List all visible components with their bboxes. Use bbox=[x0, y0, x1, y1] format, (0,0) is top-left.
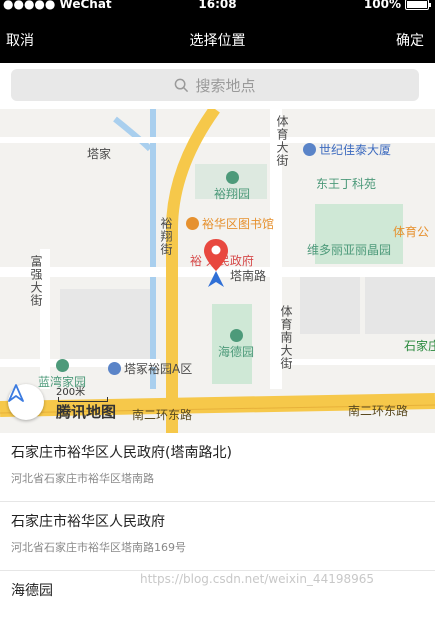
list-item[interactable]: 石家庄市裕华区人民政府(塔南路北) 河北省石家庄市裕华区塔南路 bbox=[0, 433, 435, 502]
map-label-nan-er-huan-right: 南二环东路 bbox=[348, 404, 409, 418]
search-icon bbox=[175, 78, 189, 92]
residence-icon bbox=[108, 362, 121, 375]
locate-button[interactable] bbox=[8, 384, 44, 420]
map-poi-library[interactable]: 裕华区图书馆 bbox=[186, 215, 274, 232]
battery-indicator: 100% bbox=[363, 0, 431, 11]
list-item[interactable]: 石家庄市裕华区人民政府 河北省石家庄市裕华区塔南路169号 bbox=[0, 502, 435, 571]
map-label-fuqiang-street: 富强大街 bbox=[29, 255, 43, 307]
residence-icon bbox=[225, 171, 239, 184]
map-label-nan-er-huan-left: 南二环东路 bbox=[132, 408, 193, 422]
map-brand-logo: 腾讯地图 bbox=[56, 403, 117, 421]
map-label-tiyu-park: 体育公 bbox=[393, 225, 430, 239]
result-title: 石家庄市裕华区人民政府(塔南路北) bbox=[11, 445, 232, 461]
library-icon bbox=[186, 217, 199, 230]
residence-icon bbox=[229, 329, 243, 342]
search-input[interactable]: 搜索地点 bbox=[11, 69, 419, 101]
map-view[interactable]: 塔家 体育大街 世纪佳泰大厦 东王丁科苑 裕翔园 裕华区图书馆 体育公 维多丽亚… bbox=[0, 109, 435, 433]
result-title: 石家庄市裕华区人民政府 bbox=[11, 514, 165, 530]
map-label-tiyudajie-top: 体育大街 bbox=[275, 115, 289, 167]
map-scale-label: 200米 bbox=[56, 387, 86, 398]
map-label-tajia: 塔家 bbox=[87, 147, 112, 161]
map-poi-tajia-a[interactable]: 塔冢裕园A区 bbox=[108, 360, 192, 377]
map-label-weiduoli: 维多丽亚丽晶园 bbox=[307, 243, 392, 257]
map-poi-haideyuan[interactable]: 海德园 bbox=[218, 329, 254, 360]
navigate-arrow-icon bbox=[8, 384, 24, 402]
search-bar: 搜索地点 bbox=[0, 63, 435, 109]
battery-percent: 100% bbox=[363, 0, 401, 11]
map-label-shijiazhuang: 石家庄 bbox=[404, 339, 435, 353]
map-label-tiyudajie-bottom: 体育南大街 bbox=[279, 305, 293, 370]
battery-icon bbox=[405, 0, 431, 10]
map-label-tanan-road: 塔南路 bbox=[230, 269, 267, 283]
result-title: 海德园 bbox=[11, 583, 53, 599]
confirm-button[interactable]: 确定 bbox=[396, 30, 424, 50]
result-address: 河北省石家庄市裕华区塔南路169号 bbox=[11, 541, 186, 554]
map-label-yuxiang-street: 裕翔街 bbox=[159, 217, 173, 256]
location-pin-icon bbox=[204, 239, 228, 287]
page-title: 选择位置 bbox=[189, 33, 246, 49]
watermark: https://blog.csdn.net/weixin_44198965 bbox=[140, 572, 375, 586]
map-poi-century-building[interactable]: 世纪佳泰大厦 bbox=[303, 141, 391, 158]
result-list: 石家庄市裕华区人民政府(塔南路北) 河北省石家庄市裕华区塔南路 石家庄市裕华区人… bbox=[0, 433, 435, 639]
nav-bar: 取消 选择位置 确定 bbox=[0, 14, 435, 63]
status-bar: ●●●●● WeChat 16:08 100% bbox=[0, 0, 435, 14]
search-placeholder: 搜索地点 bbox=[195, 76, 256, 95]
residence-icon bbox=[55, 359, 69, 372]
result-address: 河北省石家庄市裕华区塔南路 bbox=[11, 472, 154, 485]
map-poi-yuxiangyuan[interactable]: 裕翔园 bbox=[214, 171, 250, 202]
map-label-dongwang: 东王丁科苑 bbox=[316, 177, 377, 191]
building-icon bbox=[303, 143, 316, 156]
